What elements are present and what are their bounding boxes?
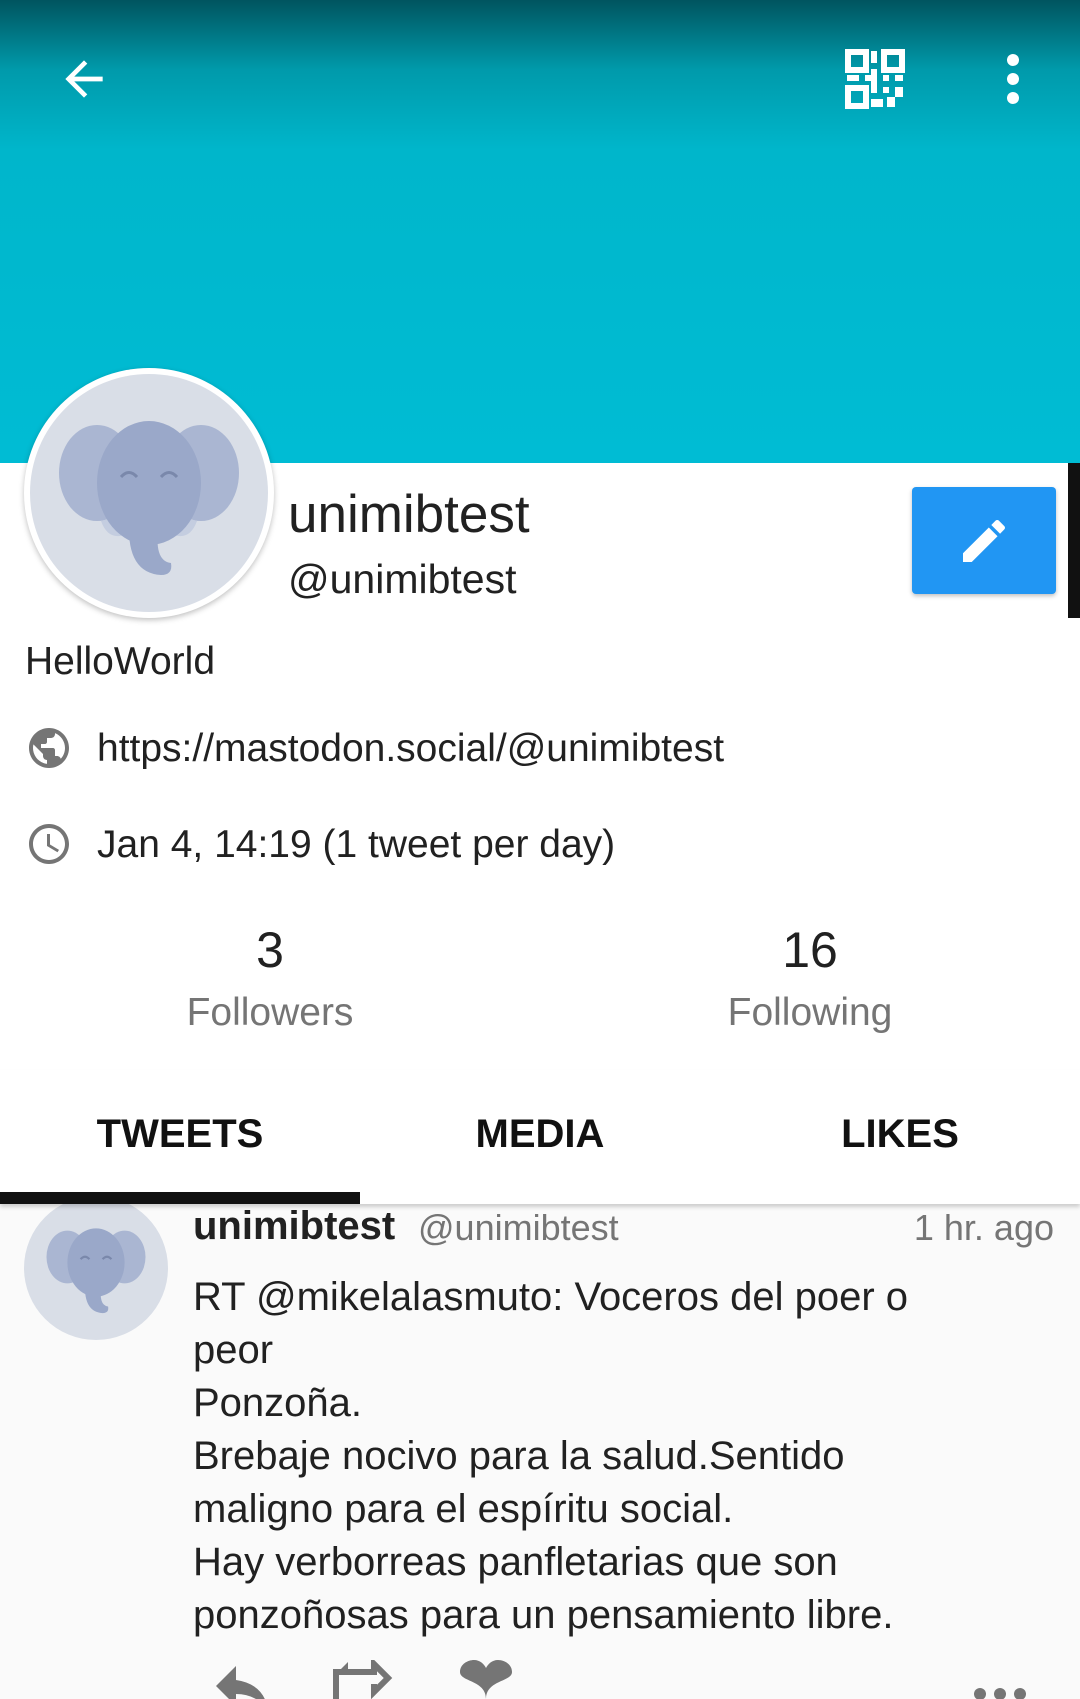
tweet-text-line: maligno para el espíritu social.	[193, 1487, 734, 1531]
tweet-author-handle: @unimibtest	[418, 1207, 619, 1248]
followers-stat[interactable]: 3 Followers	[120, 925, 420, 1032]
clock-icon	[29, 824, 69, 864]
profile-handle: @unimibtest	[288, 556, 517, 602]
tweet-text-line: ponzoñosas para un pensamiento libre.	[193, 1593, 894, 1637]
qr-code-button[interactable]	[820, 24, 930, 134]
following-stat[interactable]: 16 Following	[660, 925, 960, 1032]
tweet-avatar[interactable]	[24, 1196, 168, 1340]
retweet-icon[interactable]	[330, 1660, 394, 1699]
tab-tweets[interactable]: TWEETS	[0, 1070, 360, 1198]
tweet-text-line: Brebaje nocivo para la salud.Sentido	[193, 1434, 845, 1478]
tweet-author-name: unimibtest	[193, 1204, 396, 1248]
qr-code-icon	[845, 49, 905, 109]
reply-icon[interactable]	[208, 1660, 272, 1699]
edge-divider	[1068, 463, 1080, 618]
elephant-icon	[46, 1228, 146, 1314]
tab-likes[interactable]: LIKES	[720, 1070, 1080, 1198]
profile-screen: unimibtest @unimibtest HelloWorld https:…	[0, 0, 1080, 1699]
arrow-back-icon	[65, 60, 103, 98]
tweet-actions	[0, 1660, 1080, 1699]
more-horiz-icon[interactable]	[972, 1660, 1028, 1699]
profile-display-name: unimibtest	[288, 485, 530, 544]
profile-joined-row: Jan 4, 14:19 (1 tweet per day)	[25, 820, 615, 868]
following-count: 16	[782, 922, 838, 978]
tweet-text-line: Ponzoña.	[193, 1381, 363, 1425]
globe-icon	[29, 728, 69, 768]
tweet-text-line: peor	[193, 1328, 274, 1372]
tweet-text-line: RT @mikelalasmuto: Voceros del poer o	[193, 1275, 909, 1319]
heart-icon[interactable]	[456, 1660, 516, 1699]
tab-selected-indicator	[0, 1192, 360, 1204]
back-button[interactable]	[29, 24, 139, 134]
followers-count: 3	[256, 922, 284, 978]
tweet-text-line: Hay verborreas panfletarias que son	[193, 1540, 838, 1584]
profile-url-link[interactable]: https://mastodon.social/@unimibtest	[97, 729, 724, 768]
more-options-button[interactable]	[958, 24, 1068, 134]
profile-tabs: TWEETS MEDIA LIKES	[0, 1070, 1080, 1204]
tweet-timestamp: 1 hr. ago	[913, 1207, 1054, 1248]
profile-joined-text: Jan 4, 14:19 (1 tweet per day)	[97, 822, 616, 866]
tab-media[interactable]: MEDIA	[360, 1070, 720, 1198]
profile-url-row[interactable]: https://mastodon.social/@unimibtest	[25, 724, 724, 772]
tweet-text[interactable]: RT @mikelalasmuto: Voceros del poer o pe…	[193, 1271, 1063, 1642]
followers-label: Followers	[186, 991, 354, 1034]
profile-avatar[interactable]	[24, 368, 274, 618]
following-label: Following	[727, 991, 893, 1034]
pencil-icon	[963, 519, 1006, 562]
profile-bio: HelloWorld	[25, 640, 216, 683]
more-vert-icon	[1007, 54, 1019, 104]
edit-profile-button[interactable]	[912, 487, 1056, 594]
elephant-icon	[59, 421, 239, 575]
